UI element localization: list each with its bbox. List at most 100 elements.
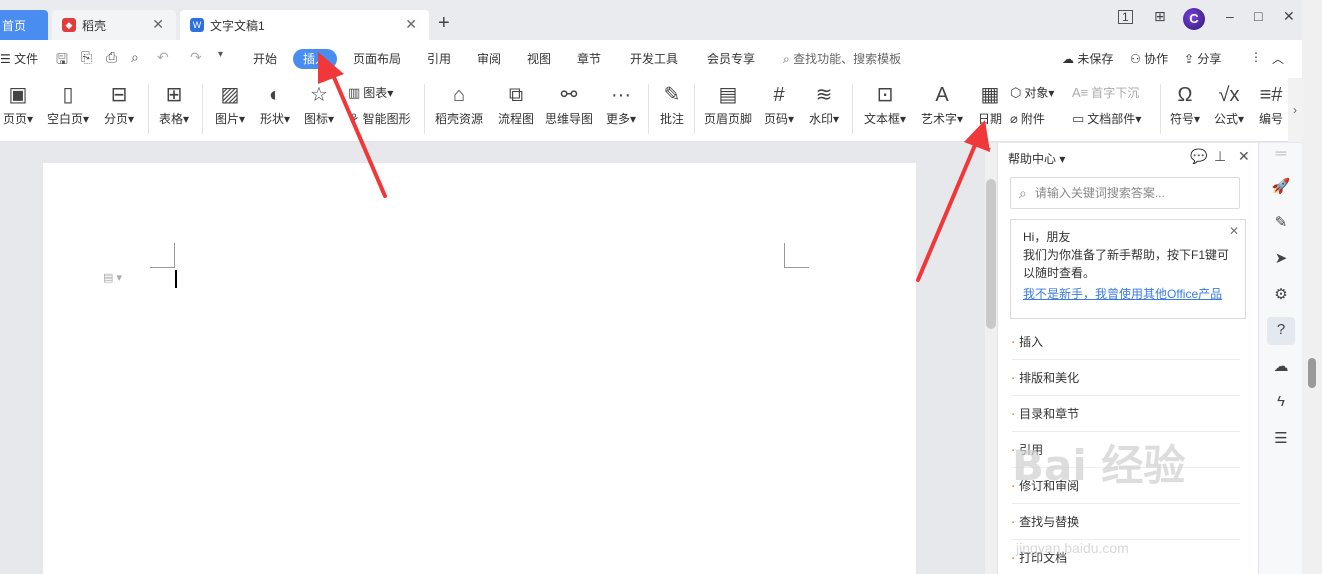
rocket-icon[interactable]: 🚀 xyxy=(1259,177,1303,195)
tab-home[interactable]: 首页 xyxy=(0,10,48,40)
cover-page-button[interactable]: ▣ 页页▾ xyxy=(0,80,36,138)
tab-document-label: 文字文稿1 xyxy=(210,18,265,33)
file-menu[interactable]: ☰ 文件 xyxy=(0,50,38,67)
icon-button[interactable]: ☆ 图标▾ xyxy=(300,80,338,138)
smart-graphic-icon: ⚘ xyxy=(348,111,360,126)
grid-apps-icon[interactable]: ⊞ xyxy=(1154,8,1166,25)
flowchart-button[interactable]: ⧉ 流程图 xyxy=(495,80,537,138)
menu-view[interactable]: 视图 xyxy=(527,50,551,67)
collapse-ribbon-icon[interactable]: ︿ xyxy=(1272,50,1284,67)
collaborate-button[interactable]: ⚇ 协作 xyxy=(1130,50,1168,67)
pointer-icon[interactable]: ➤ xyxy=(1259,249,1303,267)
close-icon[interactable]: ✕ xyxy=(1238,148,1250,165)
textbox-button[interactable]: ⊡ 文本框▾ xyxy=(860,80,910,138)
redo-icon[interactable]: ↷ xyxy=(190,49,202,66)
menu-insert[interactable]: 插入 xyxy=(293,49,337,69)
document-scrollbar[interactable]: ▾ xyxy=(985,143,997,574)
blank-page-button[interactable]: ▯ 空白页▾ xyxy=(44,80,92,138)
unsaved-status[interactable]: ☁ 未保存 xyxy=(1062,50,1113,67)
page-break-button[interactable]: ⊟ 分页▾ xyxy=(100,80,138,138)
print-preview-icon[interactable]: ⌕ xyxy=(131,49,139,66)
close-icon[interactable]: ✕ xyxy=(152,16,164,33)
attachment-button[interactable]: ⌀ 附件 xyxy=(1010,110,1045,127)
help-search-input[interactable] xyxy=(1034,186,1225,200)
formula-button[interactable]: √x 公式▾ xyxy=(1210,80,1248,138)
omega-icon: Ω xyxy=(1177,84,1193,106)
smart-graphic-button[interactable]: ⚘ 智能图形 xyxy=(348,110,411,127)
search-icon: ⌕ xyxy=(783,52,794,66)
save-icon[interactable]: 🖫 xyxy=(56,49,68,73)
menu-reference[interactable]: 引用 xyxy=(427,50,451,67)
chart-button[interactable]: ▥ 图表▾ xyxy=(348,84,393,101)
tab-daoke-label: 稻壳 xyxy=(82,18,107,33)
maximize-button[interactable]: □ xyxy=(1254,8,1262,24)
share-button[interactable]: ⇪ 分享 xyxy=(1184,50,1221,67)
baidu-watermark-url: jingyan.baidu.com xyxy=(1016,540,1129,556)
more-button[interactable]: ··· 更多▾ xyxy=(602,80,640,138)
help-topic-layout[interactable]: 排版和美化 xyxy=(1012,360,1240,396)
ribbon-insert: ▣ 页页▾ ▯ 空白页▾ ⊟ 分页▾ ⊞ 表格▾ ▨ 图片▾ ◐ 形状▾ ☆ 图标▾ ▥ 图表▾… xyxy=(0,78,1288,142)
menu-chapter[interactable]: 章节 xyxy=(577,50,601,67)
chevron-down-icon[interactable]: ▾ xyxy=(218,49,223,60)
more-options-icon[interactable]: ⋮ xyxy=(1250,50,1262,64)
document-page[interactable]: ▤ ▾ xyxy=(43,163,916,574)
header-footer-icon: ▤ xyxy=(718,84,738,106)
shape-button[interactable]: ◐ 形状▾ xyxy=(255,80,295,138)
cloud-sync-icon[interactable]: ☁ xyxy=(1259,357,1303,375)
list-close-icon[interactable]: ☰ xyxy=(1259,429,1303,447)
undo-icon[interactable]: ↶ xyxy=(157,49,169,66)
numbering-button[interactable]: ≡# 编号 xyxy=(1254,80,1288,138)
menu-member[interactable]: 会员专享 xyxy=(707,50,755,67)
print-icon[interactable]: ⎙ xyxy=(106,49,117,66)
page-number-button[interactable]: # 页码▾ xyxy=(760,80,798,138)
feature-search[interactable]: ⌕ 查找功能、搜索模板 xyxy=(783,50,901,67)
tab-daoke[interactable]: ◆ 稻壳 ✕ xyxy=(52,10,176,40)
menu-page-layout[interactable]: 页面布局 xyxy=(353,50,401,67)
help-topic-find-replace[interactable]: 查找与替换 xyxy=(1012,504,1240,540)
menu-start[interactable]: 开始 xyxy=(253,50,277,67)
scrollbar-thumb[interactable] xyxy=(986,179,996,329)
not-newbie-link[interactable]: 我不是新手，我曾使用其他Office产品 xyxy=(1023,285,1235,303)
watermark-button[interactable]: ≋ 水印▾ xyxy=(804,80,844,138)
new-tab-button[interactable]: + xyxy=(438,12,450,35)
pin-icon[interactable]: ⊥ xyxy=(1214,148,1226,165)
drop-cap-button[interactable]: A≡ 首字下沉 xyxy=(1072,84,1139,101)
rail-drag-handle-icon[interactable]: ═ xyxy=(1259,145,1303,162)
export-pdf-icon[interactable]: ⎘ xyxy=(81,49,92,66)
tab-document[interactable]: W 文字文稿1 ✕ xyxy=(180,10,429,40)
icons-icon: ☆ xyxy=(310,84,328,106)
wordart-button[interactable]: A 艺术字▾ xyxy=(917,80,967,138)
picture-button[interactable]: ▨ 图片▾ xyxy=(210,80,250,138)
help-topic-toc[interactable]: 目录和章节 xyxy=(1012,396,1240,432)
symbol-button[interactable]: Ω 符号▾ xyxy=(1166,80,1204,138)
table-button[interactable]: ⊞ 表格▾ xyxy=(154,80,194,138)
menu-developer[interactable]: 开发工具 xyxy=(630,50,678,67)
help-center-title[interactable]: 帮助中心 ▾ xyxy=(1008,150,1065,167)
help-circle-icon[interactable]: ? xyxy=(1259,321,1303,338)
scroll-up-icon[interactable]: ▾ xyxy=(987,145,991,154)
date-button[interactable]: ▦ 日期 xyxy=(974,80,1006,138)
paragraph-icon[interactable]: ▤ ▾ xyxy=(103,271,122,284)
close-icon[interactable]: ✕ xyxy=(405,16,417,33)
settings-sliders-icon[interactable]: ⚙ xyxy=(1259,285,1303,303)
close-icon[interactable]: ✕ xyxy=(1229,222,1239,240)
header-footer-button[interactable]: ▤ 页眉页脚 xyxy=(702,80,754,138)
help-topic-insert[interactable]: 插入 xyxy=(1012,324,1240,360)
object-button[interactable]: ⬡ 对象▾ xyxy=(1010,84,1054,101)
daoke-resource-button[interactable]: ⌂ 稻壳资源 xyxy=(432,80,486,138)
close-window-button[interactable]: ✕ xyxy=(1283,8,1295,25)
help-search-box[interactable]: ⌕ xyxy=(1010,177,1240,209)
doc-parts-button[interactable]: ▭ 文档部件▾ xyxy=(1072,110,1141,127)
window-layout-icon[interactable]: 1 xyxy=(1118,10,1133,24)
mindmap-button[interactable]: ⚯ 思维导图 xyxy=(543,80,595,138)
window-scrollbar[interactable] xyxy=(1302,0,1322,574)
feedback-icon[interactable]: 💬 xyxy=(1190,148,1207,165)
comment-button[interactable]: ✎ 批注 xyxy=(656,80,688,138)
avatar[interactable]: C xyxy=(1183,8,1205,30)
pen-icon[interactable]: ✎ xyxy=(1259,213,1303,231)
menu-review[interactable]: 审阅 xyxy=(477,50,501,67)
ribbon-scroll-right-icon[interactable]: › xyxy=(1288,78,1302,142)
lightning-icon[interactable]: ϟ xyxy=(1259,393,1303,410)
scrollbar-thumb[interactable] xyxy=(1308,358,1316,388)
minimize-button[interactable]: – xyxy=(1226,8,1234,24)
